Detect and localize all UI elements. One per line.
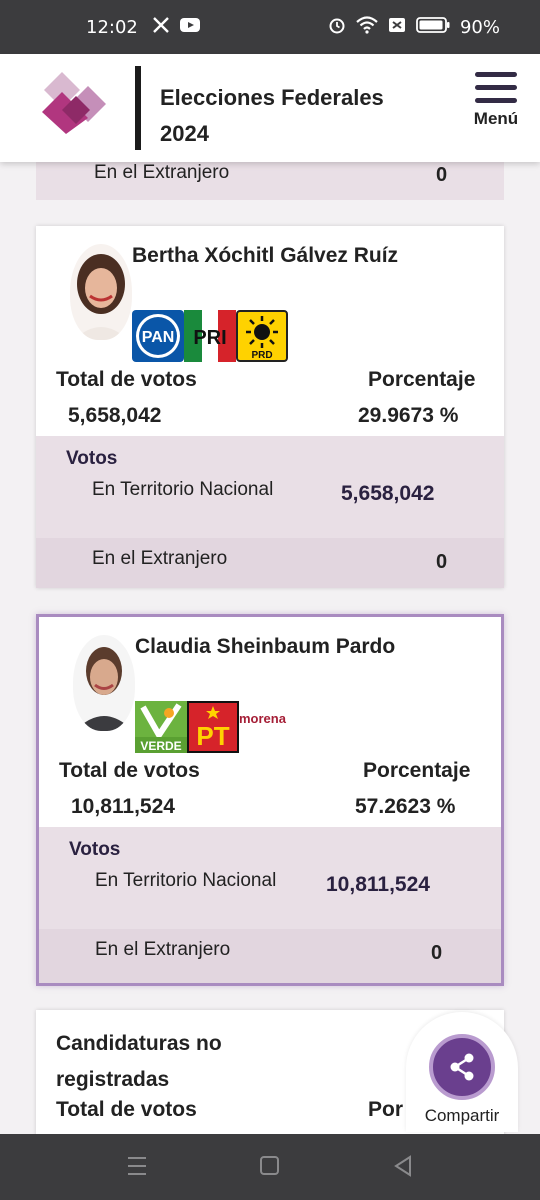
morena-logo-text: morena xyxy=(239,711,286,726)
territorio-value: 10,811,524 xyxy=(326,873,430,896)
status-bar: 12:02 90% xyxy=(0,0,540,54)
pan-logo: PAN xyxy=(132,310,184,362)
candidate-photo-sheinbaum xyxy=(73,635,135,731)
prd-logo: PRD xyxy=(236,310,288,362)
total-votes-label: Total de votos xyxy=(56,368,197,391)
extranjero-row: En el Extranjero 0 xyxy=(39,929,501,983)
candidate-photo-galvez xyxy=(70,244,132,340)
percentage-value: 29.9673 % xyxy=(358,404,459,427)
extranjero-row: En el Extranjero 0 xyxy=(36,538,504,588)
votes-breakdown: Votos En Territorio Nacional 10,811,524 … xyxy=(39,827,501,983)
results-list[interactable]: En el Extranjero 0 Bertha Xóchitl Gálvez… xyxy=(0,162,540,1134)
votes-section-label: Votos xyxy=(69,839,121,860)
battery-icon xyxy=(416,16,450,39)
previous-extranjero-label: En el Extranjero xyxy=(94,162,230,183)
no-registradas-pct-label: Por xyxy=(368,1098,404,1121)
back-icon[interactable] xyxy=(392,1154,414,1183)
app-header: Elecciones Federales 2024 Menú xyxy=(0,54,540,162)
candidate-card-galvez: Bertha Xóchitl Gálvez Ruíz PAN PRI PRD T… xyxy=(36,226,504,588)
home-icon[interactable] xyxy=(259,1154,281,1183)
pt-logo-text: PT xyxy=(196,721,229,751)
votes-breakdown: Votos En Territorio Nacional 5,658,042 E… xyxy=(36,436,504,588)
previous-extranjero-row: En el Extranjero 0 xyxy=(36,162,504,200)
territorio-label: En Territorio Nacional xyxy=(92,479,274,500)
percentage-label: Porcentaje xyxy=(363,759,471,782)
territorio-label: En Territorio Nacional xyxy=(95,870,277,891)
notification-icon xyxy=(388,16,406,39)
candidate-name: Claudia Sheinbaum Pardo xyxy=(135,635,396,658)
candidate-card-sheinbaum: Claudia Sheinbaum Pardo VERDE PT morena … xyxy=(36,614,504,986)
system-nav-bar xyxy=(0,1134,540,1200)
youtube-icon xyxy=(179,17,200,38)
extranjero-label: En el Extranjero xyxy=(95,939,231,960)
verde-logo-text: VERDE xyxy=(140,739,181,753)
percentage-value: 57.2623 % xyxy=(355,795,456,818)
menu-button[interactable]: Menú xyxy=(468,72,524,144)
share-label: Compartir xyxy=(424,1106,500,1125)
share-button[interactable]: Compartir xyxy=(406,1012,518,1132)
extranjero-value: 0 xyxy=(431,942,443,964)
total-votes-label: Total de votos xyxy=(59,759,200,782)
extranjero-value: 0 xyxy=(436,551,448,573)
prd-logo-text: PRD xyxy=(251,350,272,360)
votes-section-label: Votos xyxy=(66,448,118,469)
verde-logo: VERDE xyxy=(135,701,187,753)
menu-label: Menú xyxy=(473,109,519,128)
no-registradas-title: Candidaturas no registradas xyxy=(56,1032,222,1091)
status-time: 12:02 xyxy=(86,16,138,38)
percentage-label: Porcentaje xyxy=(368,368,476,391)
no-registradas-total-label: Total de votos xyxy=(56,1098,197,1121)
pt-logo: PT xyxy=(187,701,239,753)
share-icon xyxy=(429,1034,495,1100)
previous-extranjero-value: 0 xyxy=(436,164,448,186)
party-logos: PAN PRI PRD xyxy=(132,310,288,362)
territorio-value: 5,658,042 xyxy=(341,482,435,505)
header-divider xyxy=(135,66,141,150)
x-icon xyxy=(152,16,170,39)
wifi-icon xyxy=(356,15,378,39)
pri-logo-text: PRI xyxy=(193,327,226,349)
pan-logo-text: PAN xyxy=(142,329,175,346)
ine-logo xyxy=(40,68,110,138)
recents-icon[interactable] xyxy=(126,1154,148,1183)
total-votes-value: 5,658,042 xyxy=(68,404,162,427)
morena-logo: morena xyxy=(239,701,295,753)
battery-percent: 90% xyxy=(459,16,500,38)
party-logos: VERDE PT morena xyxy=(135,701,295,753)
total-votes-value: 10,811,524 xyxy=(71,795,175,818)
page-title: Elecciones Federales 2024 xyxy=(160,85,384,146)
candidate-name: Bertha Xóchitl Gálvez Ruíz xyxy=(132,244,399,267)
pri-logo: PRI xyxy=(184,310,236,362)
alarm-icon xyxy=(328,16,346,39)
hamburger-icon xyxy=(475,72,517,103)
extranjero-label: En el Extranjero xyxy=(92,548,228,569)
